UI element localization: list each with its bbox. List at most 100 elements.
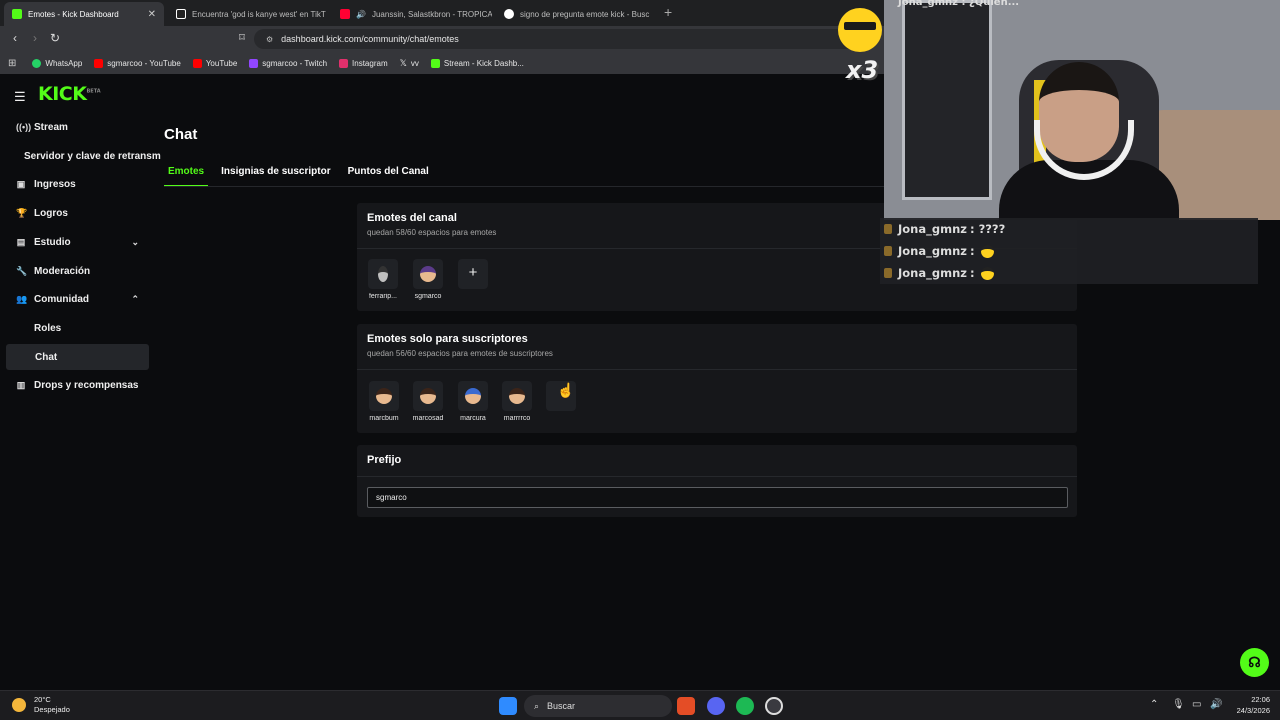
bookmark-x[interactable]: 𝕏vv (400, 58, 419, 69)
chat-emote-icon (980, 266, 994, 280)
obs-studio-icon[interactable] (765, 697, 783, 715)
sidebar-item-estudio[interactable]: ▤ Estudio ⌄ (6, 229, 149, 255)
emote-item[interactable]: marcosad (411, 381, 445, 422)
bookmark-whatsapp[interactable]: WhatsApp (32, 58, 82, 68)
page-title: Chat (164, 126, 198, 143)
emote-item[interactable]: marcura (456, 381, 490, 422)
windows-start-icon[interactable] (499, 697, 517, 715)
sidebar-item-comunidad[interactable]: 👥 Comunidad ⌃ (6, 286, 149, 312)
help-chat-button[interactable]: ☊ (1240, 648, 1269, 677)
sidebar-item-stream[interactable]: ((•)) Stream (6, 114, 149, 140)
chat-text: : ???? (969, 222, 1006, 236)
sidebar-item-roles[interactable]: Roles (6, 315, 149, 341)
weather-widget[interactable]: 20°C Despejado (12, 695, 70, 715)
search-label: Buscar (547, 701, 576, 711)
bookmark-youtube[interactable]: YouTube (192, 58, 237, 68)
emote-item[interactable]: marrrrco (500, 381, 534, 422)
new-tab-icon[interactable]: + (664, 4, 672, 20)
windows-taskbar: 20°C Despejado ⌕ Buscar ⌃ 🎙 ▭ 🔊 22:06 24/… (0, 690, 1280, 720)
weather-temp: 20°C (34, 695, 51, 704)
card-subtitle: quedan 56/60 espacios para emotes de sus… (367, 349, 553, 358)
bookmark-label: sgmarcoo - YouTube (107, 58, 181, 68)
add-emote-button[interactable]: + (458, 259, 488, 289)
discord-icon[interactable] (707, 697, 725, 715)
youtube-icon (94, 58, 104, 68)
tab-kick-dashboard[interactable]: Emotes - Kick Dashboard ✕ (4, 2, 164, 26)
sidebar-item-label: Ingresos (34, 178, 76, 190)
beta-label: BETA (86, 88, 101, 95)
bookmark-kick-stream[interactable]: Stream - Kick Dashb... (430, 58, 524, 68)
sidebar-item-label: Roles (34, 322, 62, 334)
tab-youtube-music[interactable]: 🔊 Juanssin, Salastkbron - TROPICAL (332, 2, 492, 26)
reload-icon[interactable]: ↻ (47, 31, 63, 45)
network-icon[interactable]: ▭ (1192, 699, 1201, 710)
sidebar-item-chat[interactable]: Chat (6, 344, 149, 370)
card-divider (357, 369, 1077, 370)
bookmark-twitch[interactable]: sgmarcoo - Twitch (249, 58, 327, 68)
wrench-icon: 🔧 (16, 265, 28, 276)
chat-username: Jona_gmnz (898, 244, 967, 258)
broadcast-icon: ((•)) (16, 122, 32, 132)
moon-icon (12, 698, 26, 712)
pointer-cursor-icon: ☝ (557, 382, 575, 398)
tabs-divider (164, 186, 884, 187)
site-info-icon[interactable]: ⚙ (266, 35, 273, 44)
forward-icon[interactable]: › (27, 31, 43, 45)
sidebar-item-label: Drops y recompensas (34, 379, 139, 391)
emote-name: marrrrco (503, 415, 531, 422)
bookmark-sgmarcoo-youtube[interactable]: sgmarcoo - YouTube (94, 58, 181, 68)
tab-tiktok[interactable]: Encuentra 'god is kanye west' en TikT (168, 2, 328, 26)
tab-title: signo de pregunta emote kick - Busc (520, 9, 650, 19)
sidebar-item-ingresos[interactable]: ▣ Ingresos (6, 171, 149, 197)
sidebar-item-moderacion[interactable]: 🔧 Moderación (6, 258, 149, 284)
sidebar-item-logros[interactable]: 🏆 Logros (6, 200, 149, 226)
tab-google-search[interactable]: signo de pregunta emote kick - Busc (496, 2, 656, 26)
url-text: dashboard.kick.com/community/chat/emotes (281, 34, 459, 44)
bookmark-instagram[interactable]: Instagram (339, 58, 388, 68)
sidebar-item-drops[interactable]: ▥ Drops y recompensas (6, 372, 149, 398)
sidebar-item-label: Servidor y clave de retransm (24, 150, 161, 162)
emote-image (458, 381, 488, 411)
sidebar-item-label: Logros (34, 207, 68, 219)
emote-multiplier: x3 (846, 56, 879, 84)
spotify-icon[interactable] (736, 697, 754, 715)
sidebar-item-servidor[interactable]: Servidor y clave de retransm (6, 143, 166, 169)
tab-puntos[interactable]: Puntos del Canal (344, 166, 433, 187)
emote-item[interactable]: marcbum (367, 381, 401, 422)
tab-emotes[interactable]: Emotes (164, 166, 209, 187)
x-icon: 𝕏 (399, 57, 407, 68)
overlay-top-text: Jona_gmnz : ¿Quién... (898, 0, 1020, 8)
headset-icon: ☊ (1248, 654, 1261, 670)
emote-image (413, 259, 443, 289)
back-icon[interactable]: ‹ (7, 31, 23, 45)
chat-text: : (969, 266, 975, 280)
address-bar[interactable]: ⚙ dashboard.kick.com/community/chat/emot… (254, 29, 874, 49)
card-subtitle: quedan 58/60 espacios para emotes (367, 228, 497, 237)
clock[interactable]: 22:06 24/3/2026 (1237, 694, 1270, 716)
menu-icon[interactable]: ☰ (14, 89, 26, 105)
bookmark-icon[interactable]: ⌑ (234, 31, 250, 44)
trophy-icon: 🏆 (16, 207, 28, 218)
show-hidden-icons-icon[interactable]: ⌃ (1150, 699, 1158, 710)
emote-name: marcbum (369, 415, 399, 422)
bookmark-label: Instagram (352, 58, 388, 68)
kick-logo[interactable]: KICKBETA (38, 83, 101, 105)
kick-favicon-icon (12, 9, 22, 19)
brave-browser-icon[interactable] (677, 697, 695, 715)
emote-item[interactable]: sgmarco (411, 259, 445, 300)
microphone-icon[interactable]: 🎙 (1172, 699, 1185, 710)
emote-item[interactable]: ferrarip... (366, 259, 400, 300)
apps-grid-icon[interactable]: ⊞ (8, 58, 16, 69)
emote-image (368, 259, 398, 289)
sidebar-item-label: Comunidad (34, 293, 89, 305)
chevron-up-icon: ⌃ (131, 293, 139, 304)
card-divider (357, 476, 1077, 477)
subscriber-badge-icon (884, 224, 892, 234)
stream-chat-overlay: Jona_gmnz : ???? Jona_gmnz : Jona_gmnz : (880, 218, 1258, 284)
prefix-input[interactable]: sgmarco (367, 487, 1068, 508)
tab-insignias[interactable]: Insignias de suscriptor (217, 166, 334, 187)
taskbar-search[interactable]: ⌕ Buscar (524, 695, 672, 717)
tiktok-favicon-icon (176, 9, 186, 19)
volume-icon[interactable]: 🔊 (1210, 699, 1222, 710)
close-tab-icon[interactable]: ✕ (148, 9, 156, 20)
